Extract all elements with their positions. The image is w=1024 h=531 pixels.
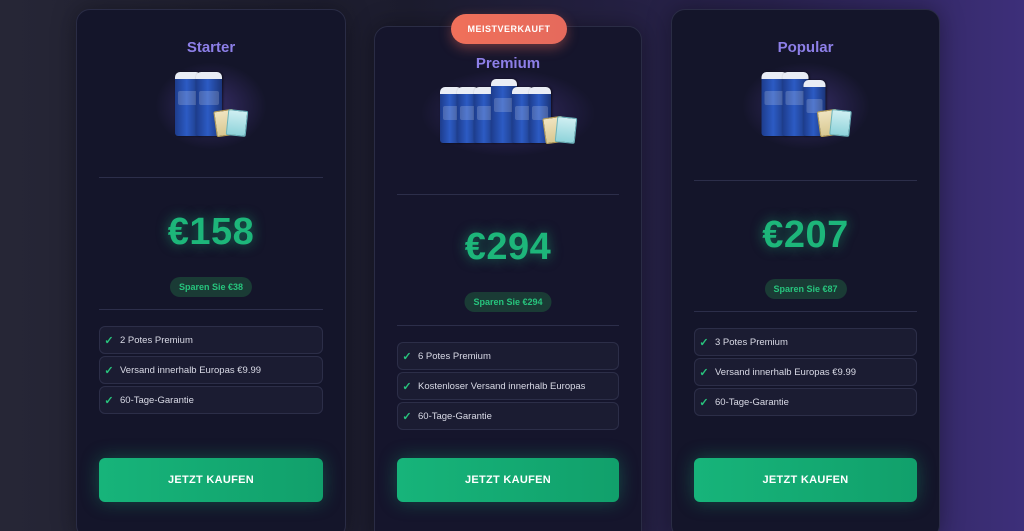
feature-list: ✓ 3 Potes Premium ✓ Versand innerhalb Euro… (694, 328, 917, 418)
price: €158 (167, 211, 255, 253)
check-icon: ✓ (402, 410, 412, 423)
feature-item: ✓ Kostenloser Versand innerhalb Europas (397, 372, 619, 400)
price: €294 (464, 226, 552, 268)
feature-item: ✓ 60-Tage-Garantie (99, 386, 323, 414)
feature-item: ✓ 3 Potes Premium (694, 328, 917, 356)
feature-list: ✓ 6 Potes Premium ✓ Kostenloser Versand in… (397, 342, 619, 432)
savings-badge: Sparen Sie €87 (764, 279, 847, 299)
buy-now-button[interactable]: JETZT KAUFEN (397, 458, 619, 502)
feature-item: ✓ 2 Potes Premium (99, 326, 323, 354)
divider (99, 177, 323, 178)
feature-list: ✓ 2 Potes Premium ✓ Versand innerhalb Euro… (99, 326, 323, 416)
divider (397, 325, 619, 326)
product-image (420, 69, 596, 157)
feature-item: ✓ Versand innerhalb Europas €9.99 (99, 356, 323, 384)
plan-card-starter: Starter €158 Sparen Sie €38 ✓ 2 Potes Pre… (76, 9, 346, 531)
savings-badge: Sparen Sie €38 (169, 277, 253, 297)
check-icon: ✓ (402, 380, 412, 393)
check-icon: ✓ (104, 334, 114, 347)
check-icon: ✓ (104, 394, 114, 407)
bestseller-badge: MEISTVERKAUFT (451, 14, 567, 44)
savings-badge: Sparen Sie €294 (464, 292, 552, 312)
product-image (155, 62, 267, 150)
check-icon: ✓ (699, 396, 709, 409)
feature-item: ✓ 60-Tage-Garantie (694, 388, 917, 416)
divider (694, 311, 917, 312)
divider (99, 309, 323, 310)
plan-card-premium: Premium €294 Sparen Sie €294 ✓ 6 Potes Pr… (374, 26, 642, 531)
plan-card-popular: Popular €207 Sparen Sie €87 ✓ 3 Potes Pre… (671, 9, 940, 531)
divider (397, 194, 619, 195)
plan-name: Popular (777, 39, 834, 56)
check-icon: ✓ (104, 364, 114, 377)
check-icon: ✓ (699, 366, 709, 379)
buy-now-button[interactable]: JETZT KAUFEN (694, 458, 917, 502)
buy-now-button[interactable]: JETZT KAUFEN (99, 458, 323, 502)
divider (694, 180, 917, 181)
feature-item: ✓ 6 Potes Premium (397, 342, 619, 370)
check-icon: ✓ (699, 336, 709, 349)
feature-item: ✓ Versand innerhalb Europas €9.99 (694, 358, 917, 386)
product-image (741, 62, 870, 150)
feature-item: ✓ 60-Tage-Garantie (397, 402, 619, 430)
price: €207 (762, 214, 849, 256)
plan-name: Starter (186, 39, 236, 56)
check-icon: ✓ (402, 350, 412, 363)
